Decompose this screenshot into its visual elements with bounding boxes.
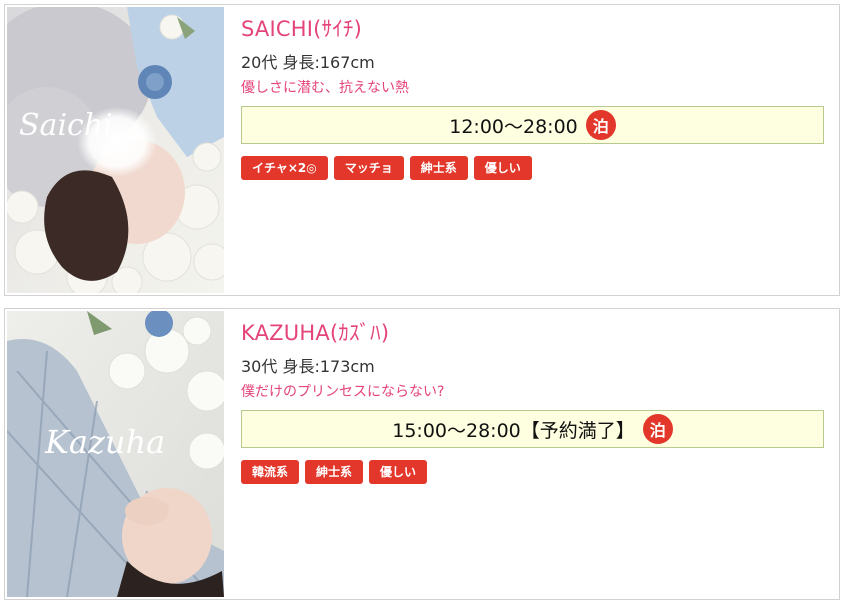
tag: 紳士系 xyxy=(305,460,364,484)
cast-photo-kazuha[interactable]: Kazuha xyxy=(7,311,224,597)
tag: 優しい xyxy=(369,460,428,484)
cast-age-height: 30代 身長:173cm xyxy=(241,357,375,376)
photo-script-text: Saichi xyxy=(19,108,113,143)
cast-age-height: 20代 身長:167cm xyxy=(241,53,375,72)
overnight-badge: 泊 xyxy=(642,414,673,444)
schedule-box: 15:00〜28:00【予約満了】 泊 xyxy=(241,410,824,448)
cast-name[interactable]: KAZUHA(ｶｽﾞﾊ) xyxy=(241,318,829,348)
schedule-time: 15:00〜28:00【予約満了】 xyxy=(392,419,635,442)
cast-info: SAICHI(ｻｲﾁ) 20代 身長:167cm 優しさに潜む、抗えない熱 12… xyxy=(241,5,829,180)
cast-name[interactable]: SAICHI(ｻｲﾁ) xyxy=(241,14,829,44)
tag-list: イチャ×2◎ マッチョ 紳士系 優しい xyxy=(241,156,829,180)
cast-catchphrase: 優しさに潜む、抗えない熱 xyxy=(241,80,409,96)
tag: 優しい xyxy=(473,156,532,180)
schedule-time: 12:00〜28:00 xyxy=(449,115,578,138)
cast-card-saichi[interactable]: Saichi SAICHI(ｻｲﾁ) 20代 身長:167cm 優しさに潜む、抗… xyxy=(4,4,840,296)
tag: 紳士系 xyxy=(409,156,468,180)
cast-catchphrase: 僕だけのプリンセスにならない? xyxy=(241,384,445,400)
tag: マッチョ xyxy=(333,156,404,180)
tag: 韓流系 xyxy=(241,460,300,484)
tag: イチャ×2◎ xyxy=(241,156,328,180)
schedule-box: 12:00〜28:00 泊 xyxy=(241,106,824,144)
tag-list: 韓流系 紳士系 優しい xyxy=(241,460,829,484)
cast-photo-saichi[interactable]: Saichi xyxy=(7,7,224,293)
cast-info: KAZUHA(ｶｽﾞﾊ) 30代 身長:173cm 僕だけのプリンセスにならない… xyxy=(241,309,829,484)
overnight-badge: 泊 xyxy=(585,110,616,140)
cast-card-kazuha[interactable]: Kazuha KAZUHA(ｶｽﾞﾊ) 30代 身長:173cm 僕だけのプリン… xyxy=(4,308,840,600)
photo-script-text: Kazuha xyxy=(44,423,165,461)
